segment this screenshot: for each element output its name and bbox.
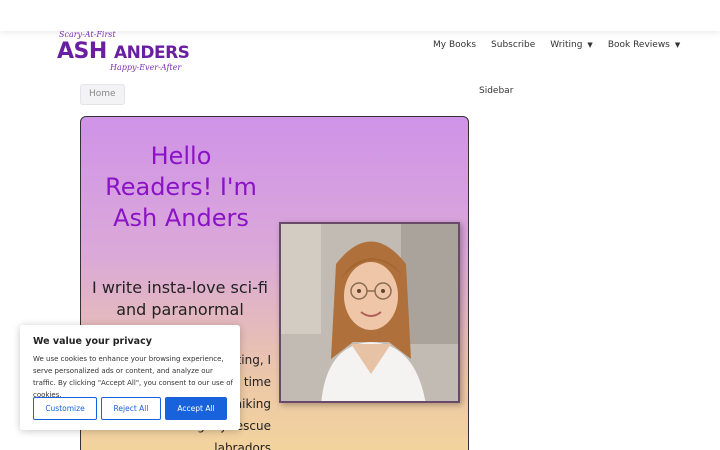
nav-item-label: Book Reviews <box>607 40 670 50</box>
hero-headline: Hello Readers! I'm Ash Anders <box>105 142 257 232</box>
page: Scary-At-First ASH ANDERS Happy-Ever-Aft… <box>0 0 720 450</box>
cookie-banner-title: We value your privacy <box>33 336 152 347</box>
logo-name-second: ANDERS <box>113 43 190 63</box>
hero-subheadline: I write insta-love sci-fi and paranormal <box>92 278 268 319</box>
nav-item-label: Writing <box>550 40 583 50</box>
author-photo <box>279 222 460 403</box>
main-nav: My Books Subscribe Writing ▼ Book Review… <box>433 40 680 50</box>
chevron-down-icon: ▼ <box>587 41 593 49</box>
logo-tagline-bottom: Happy-Ever-After <box>110 63 182 72</box>
reject-all-button[interactable]: Reject All <box>101 397 161 420</box>
chevron-down-icon: ▼ <box>674 41 681 49</box>
top-bar <box>0 0 720 31</box>
logo-name: ASH ANDERS <box>57 39 190 64</box>
author-photo-illustration <box>281 224 458 401</box>
nav-item-label: Subscribe <box>491 40 536 50</box>
accept-all-button[interactable]: Accept All <box>165 397 227 420</box>
nav-item-book-reviews[interactable]: Book Reviews ▼ <box>608 40 680 50</box>
customize-button[interactable]: Customize <box>33 397 97 420</box>
nav-item-label: My Books <box>433 40 477 50</box>
nav-item-writing[interactable]: Writing ▼ <box>550 40 593 50</box>
cookie-banner-text: We use cookies to enhance your browsing … <box>33 355 233 399</box>
site-logo[interactable]: Scary-At-First ASH ANDERS Happy-Ever-Aft… <box>57 30 190 74</box>
sidebar-title: Sidebar <box>479 86 514 96</box>
nav-item-my-books[interactable]: My Books <box>433 40 476 50</box>
nav-item-subscribe[interactable]: Subscribe <box>491 40 535 50</box>
logo-name-first: ASH <box>57 39 107 64</box>
logo-tagline-top: Scary-At-First <box>59 30 116 39</box>
breadcrumb-home[interactable]: Home <box>80 84 125 105</box>
cookie-consent-banner: We value your privacy We use cookies to … <box>20 325 240 430</box>
